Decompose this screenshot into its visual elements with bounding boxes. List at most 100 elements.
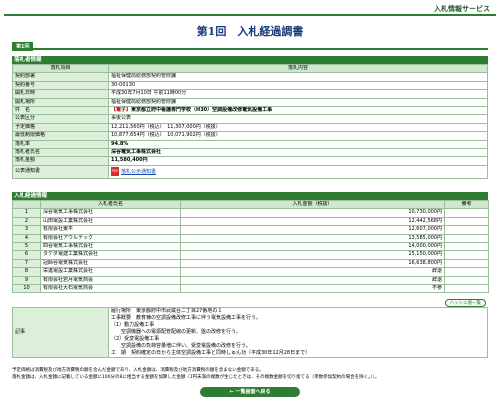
bid-row: 5 四谷電気工事株式会社 14,000,000円 [12, 242, 489, 252]
bid-name: 山田電設工業株式会社 [40, 216, 181, 227]
notice-link[interactable]: 落札公示通知書 [121, 169, 156, 175]
info-row-text: 94.8% [111, 140, 129, 147]
bid-amount: 辞退 [180, 267, 445, 277]
info-row-label: 公表区分 [12, 114, 109, 124]
bid-remark [444, 258, 489, 269]
bid-no: 2 [12, 216, 41, 227]
bid-remark [444, 233, 489, 244]
col-content-header: 落札内容 [108, 63, 488, 74]
col-remarks-header: 備考 [444, 199, 489, 210]
bid-name: 有限会社アウルテック [40, 233, 181, 244]
bid-no: 4 [12, 233, 41, 244]
bid-remark [444, 250, 489, 260]
info-row-label: 最低制限価格 [12, 131, 109, 141]
info-row: 開札日時 平成30年7月10日 午前11時00分 [12, 89, 488, 99]
col-name-header: 入札者氏名 [40, 199, 181, 210]
info-row-value: 11,580,400円 [108, 156, 488, 166]
bids-section-header: 入札経過情報 [12, 192, 488, 200]
bid-amount: 14,000,000円 [180, 242, 445, 252]
bid-amount: 辞退 [180, 275, 445, 286]
info-row-text: 福祉保健局総務部契約管財課 [111, 73, 177, 80]
bid-no: 8 [12, 267, 41, 277]
info-row-text: 深谷電気工事株式会社 [111, 149, 162, 156]
winner-info-table: 落札項目 落札内容 契約部署 福祉保健局総務部契約管財課 契約番号 30-00130 開… [12, 63, 488, 180]
info-row-text: 10,877,654円（税込） 10,071,902円（税抜） [111, 132, 221, 139]
remarks-table: 記事 履行場所 東京都府中市武蔵台二丁目27番地の１ 工事概要 教育棟の空調設備改… [12, 307, 488, 358]
notice-label: 公表通知書 [12, 164, 109, 180]
info-row-label: 落札率 [12, 139, 109, 150]
bid-remark [444, 225, 489, 235]
info-row-value: 平成30年7月10日 午前11時00分 [108, 89, 488, 99]
info-row: 契約部署 福祉保健局総務部契約管財課 [12, 72, 488, 82]
remarks-body: 履行場所 東京都府中市武蔵台二丁目27番地の１ 工事概要 教育棟の空調設備改修工事… [108, 307, 488, 358]
bid-row: 7 冠師谷電気株式会社 16,638,800円 [12, 258, 489, 269]
info-row-text: 福祉保健局総務部契約管財課 [111, 98, 177, 105]
info-row-value: 10,877,654円（税込） 10,071,902円（税抜） [108, 131, 488, 141]
bid-no: 5 [12, 242, 41, 252]
page-title: 第1回 入札経過調書 [196, 25, 304, 38]
bid-name: 冠師谷電気株式会社 [40, 258, 181, 269]
pdf-icon: PDF [111, 167, 119, 177]
bid-no: 1 [12, 208, 41, 218]
bid-row: 3 有限会社東平 12,607,000円 [12, 225, 489, 235]
remarks-line: 工事概要 教育棟の空調設備改修工事に伴う電気設備工事を行う。 [111, 315, 261, 321]
info-row: 落札者氏名 深谷電気工事株式会社 [12, 148, 488, 158]
info-row: 予定価格 12,211,560円（税込） 11,307,000円（税抜） [12, 122, 488, 133]
info-row-label: 件 名 [12, 106, 109, 116]
info-row: 件 名【電子】東京都立府中看護専門学校（H30）空調設備改修電気設備工事 [12, 106, 488, 116]
bid-remark [444, 208, 489, 218]
bid-name: 栄進電設工業株式会社 [40, 267, 181, 277]
info-row-value: 94.8% [108, 139, 488, 150]
bid-amount: 12,607,000円 [180, 225, 445, 235]
bid-amount: 15,150,000円 [180, 250, 445, 260]
info-row-label: 予定価格 [12, 122, 109, 133]
info-row: 最低制限価格 10,877,654円（税込） 10,071,902円（税抜） [12, 131, 488, 141]
bid-amount: 不参 [180, 284, 445, 294]
info-row-text: 事後公表 [111, 115, 132, 122]
info-row: 開札場所 福祉保健局総務部契約管財課 [12, 97, 488, 108]
remarks-line: 工 期 契約確定の日から主体空調設備工事と同時しゅん功（平成30年12月28日ま… [111, 350, 311, 356]
bid-no: 6 [12, 250, 41, 260]
info-row-text: 東京都立府中看護専門学校（H30）空調設備改修電気設備工事 [131, 107, 273, 114]
service-label: 入札情報サービス [434, 5, 490, 13]
remarks-line: （1）動力設備工事 [111, 322, 155, 328]
info-row-text: 30-00130 [111, 81, 136, 88]
info-row-value: 事後公表 [108, 114, 488, 124]
info-row-label: 落札金額 [12, 156, 109, 166]
bid-name: タケダ電建工業株式会社 [40, 250, 181, 260]
info-row-text: 平成30年7月10日 午前11時00分 [111, 90, 187, 97]
info-row: 落札率 94.8% [12, 139, 488, 150]
bid-row: 1 深谷電気工事株式会社 10,730,000円 [12, 208, 489, 218]
mid-rule [12, 48, 488, 50]
bid-name: 深谷電気工事株式会社 [40, 208, 181, 218]
bid-remark [444, 242, 489, 252]
bid-amount: 13,585,000円 [180, 233, 445, 244]
remarks-label: 記事 [12, 307, 109, 358]
hash-list-button[interactable]: ハッシュ値一覧 [444, 299, 486, 307]
info-row-label: 落札者氏名 [12, 148, 109, 158]
bid-no: 10 [12, 284, 41, 294]
col-no-header [12, 199, 41, 210]
winner-section-header: 落札者情報 [12, 56, 488, 64]
info-row-text: 12,211,560円（税込） 11,307,000円（税抜） [111, 123, 221, 130]
bid-row: 8 栄進電設工業株式会社 辞退 [12, 267, 489, 277]
info-row-text: 11,580,400円 [111, 157, 148, 164]
bid-row: 2 山田電設工業株式会社 12,442,568円 [12, 216, 489, 227]
remarks-line: （2）受変電設備工事 [111, 336, 160, 342]
bid-remark [444, 275, 489, 286]
back-to-list-button[interactable]: ← 一覧画面へ戻る [200, 387, 300, 397]
remarks-line: 履行場所 東京都府中市武蔵台二丁目27番地の１ [111, 308, 223, 315]
note-2: 落札金額は、入札金額に記載している金額に100分の8に相当する金額を加算した金額… [12, 375, 380, 380]
bid-no: 7 [12, 258, 41, 269]
info-row-value: 福祉保健局総務部契約管財課 [108, 97, 488, 108]
info-row-value: 12,211,560円（税込） 11,307,000円（税抜） [108, 122, 488, 133]
info-row-label: 開札日時 [12, 89, 109, 99]
remarks-line: 空調設備の負荷容量増に伴い、受変電設備の改修を行う。 [111, 343, 251, 349]
info-row-value: 【電子】東京都立府中看護専門学校（H30）空調設備改修電気設備工事 [108, 106, 488, 116]
info-row-label: 契約部署 [12, 72, 109, 82]
info-row-value: 福祉保健局総務部契約管財課 [108, 72, 488, 82]
bid-name: 四谷電気工事株式会社 [40, 242, 181, 252]
bid-no: 9 [12, 275, 41, 286]
bid-amount: 10,730,000円 [180, 208, 445, 218]
bids-table: 入札者氏名 入札金額（税抜） 備考 1 深谷電気工事株式会社 10,730,000円… [12, 199, 489, 294]
